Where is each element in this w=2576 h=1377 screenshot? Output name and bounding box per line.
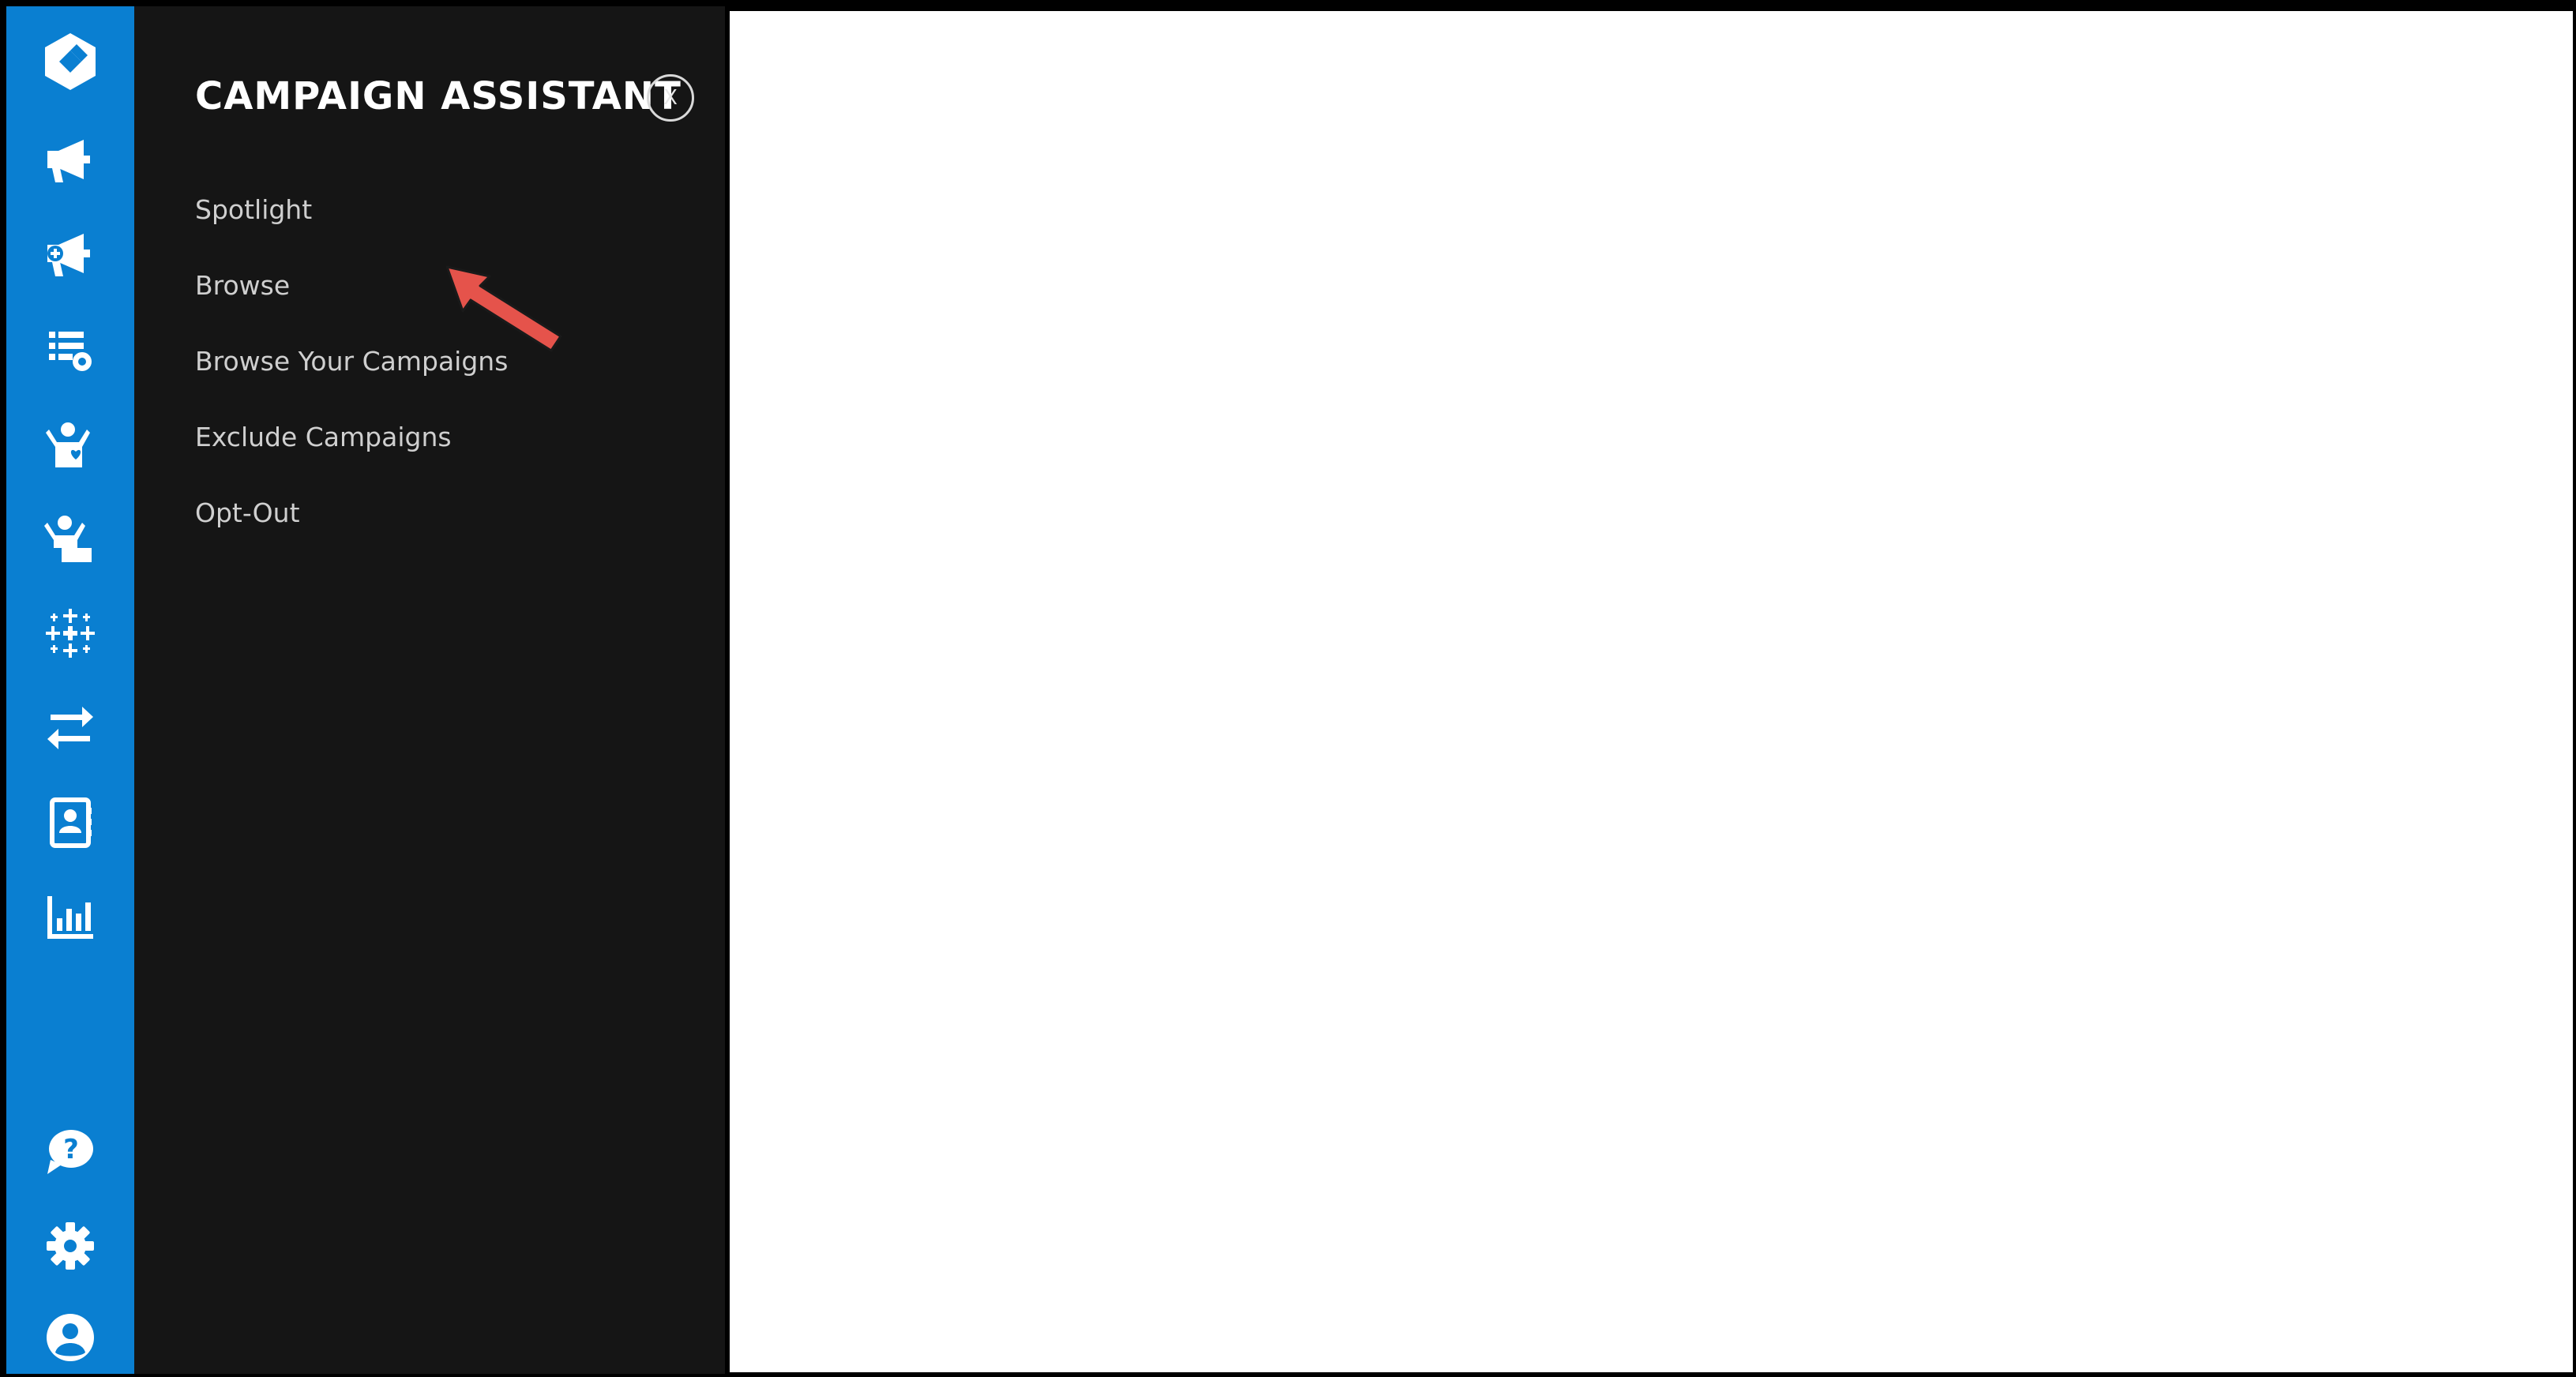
campaign-assistant-panel: CAMPAIGN ASSISTANT X Spotlight Browse Br…: [134, 6, 725, 1374]
main-content-area: [725, 6, 2576, 1377]
sparkle-grid-icon[interactable]: [6, 594, 134, 673]
megaphone-add-icon[interactable]: [6, 216, 134, 295]
megaphone-icon[interactable]: [6, 122, 134, 201]
help-chat-icon[interactable]: ?: [6, 1112, 134, 1191]
menu-item-opt-out[interactable]: Opt-Out: [195, 475, 508, 551]
menu-item-spotlight[interactable]: Spotlight: [195, 172, 508, 248]
person-card-icon[interactable]: [6, 500, 134, 579]
user-avatar-icon[interactable]: [6, 1298, 134, 1377]
app-logo-icon[interactable]: [6, 22, 134, 101]
transfer-arrows-icon[interactable]: [6, 688, 134, 767]
person-heart-icon[interactable]: [6, 405, 134, 484]
gear-icon[interactable]: [6, 1206, 134, 1285]
app-window: ? CAMPAIGN ASSISTANT X Spotlight Browse …: [0, 0, 2576, 1377]
close-button[interactable]: X: [647, 74, 694, 122]
bar-chart-icon[interactable]: [6, 878, 134, 957]
icon-sidebar: ?: [6, 6, 134, 1374]
menu-item-exclude-campaigns[interactable]: Exclude Campaigns: [195, 400, 508, 475]
annotation-arrow-icon: [445, 265, 562, 352]
panel-menu: Spotlight Browse Browse Your Campaigns E…: [195, 172, 508, 551]
svg-text:?: ?: [63, 1134, 79, 1165]
contact-book-icon[interactable]: [6, 783, 134, 862]
list-settings-icon[interactable]: [6, 310, 134, 389]
panel-title: CAMPAIGN ASSISTANT: [195, 74, 682, 118]
